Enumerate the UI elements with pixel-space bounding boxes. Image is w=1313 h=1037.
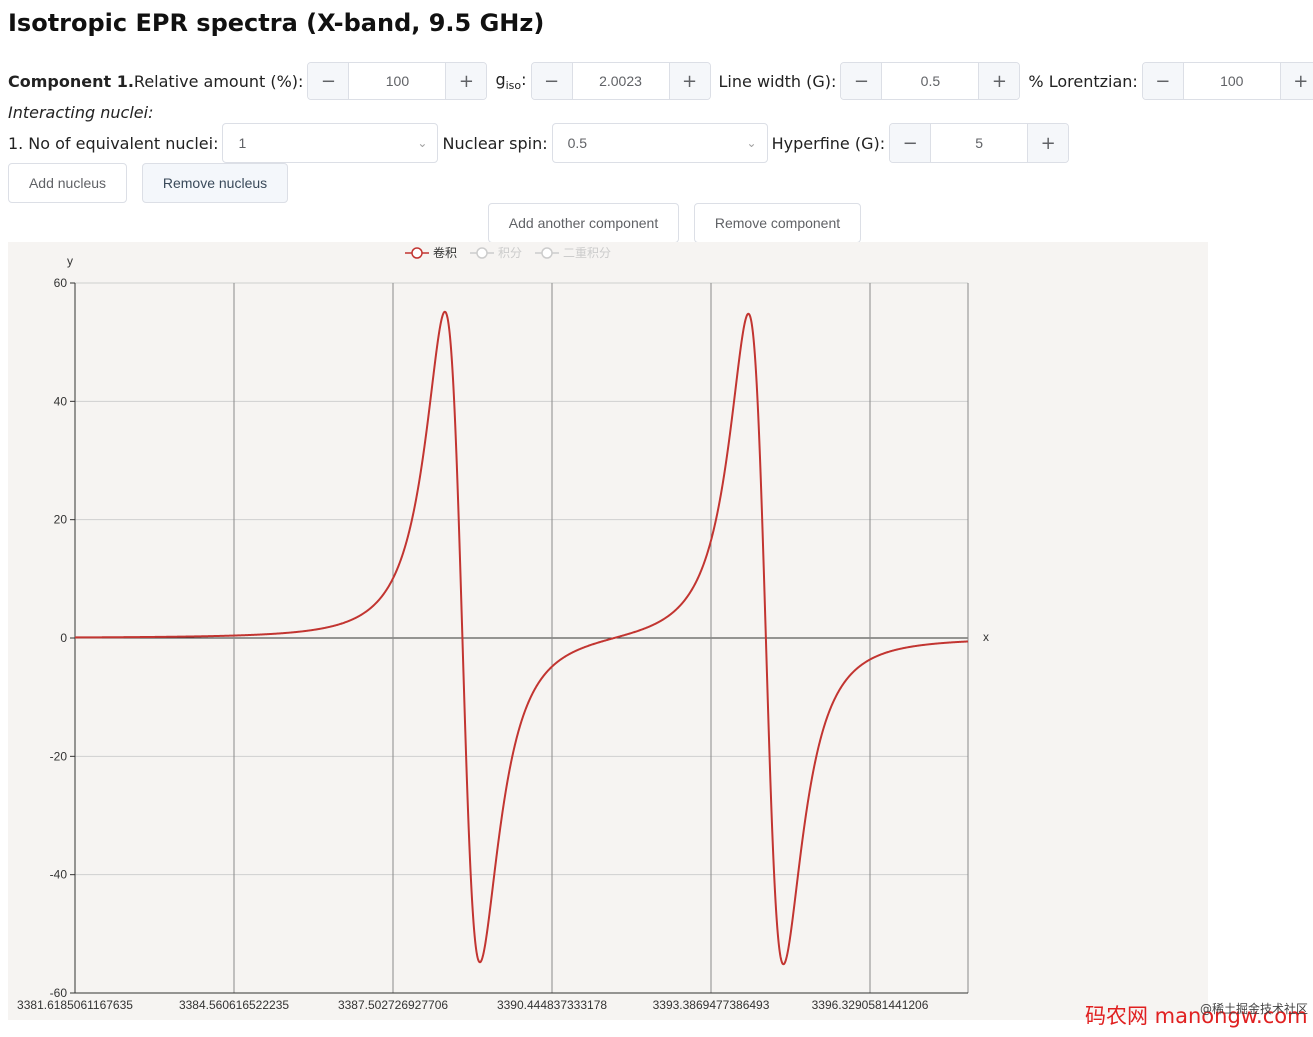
legend-circle-icon [541,247,553,259]
hyperfine-increase-button[interactable]: + [1027,124,1069,162]
x-tick-label: 3387.502726927706 [338,998,448,1012]
giso-stepper[interactable]: − 2.0023 + [530,62,711,100]
remove-nucleus-button[interactable]: Remove nucleus [142,163,288,203]
legend-item[interactable]: 二重积分 [535,246,611,260]
nuclear-spin-value: 0.5 [567,135,588,151]
hyperfine-stepper[interactable]: − 5 + [889,123,1070,163]
nucleus-row: 1. No of equivalent nuclei: 1 ⌄ Nuclear … [8,123,1077,163]
line-width-input[interactable]: 0.5 [882,63,978,99]
hyperfine-label: Hyperfine (G): [771,133,886,153]
y-tick-label: 40 [54,394,68,408]
component-row: Component 1.Relative amount (%): − 100 +… [8,62,1313,100]
equivalent-nuclei-select[interactable]: 1 ⌄ [222,123,439,163]
legend-item[interactable]: 卷积 [405,245,457,260]
lorentzian-decrease-button[interactable]: − [1142,63,1184,99]
chevron-down-icon: ⌄ [417,136,428,150]
giso-decrease-button[interactable]: − [531,63,573,99]
giso-label: giso: [495,70,526,92]
y-tick-label: -20 [50,749,68,763]
legend-label: 积分 [498,246,522,260]
y-axis-label: y [67,254,73,268]
giso-label-main: g [495,69,506,89]
y-tick-label: 0 [60,631,67,645]
lorentzian-label: % Lorentzian: [1028,71,1138,91]
nucleus-row-prefix: 1. [8,133,24,153]
relative-amount-input[interactable]: 100 [349,63,445,99]
nuclei-heading: Interacting nuclei: [8,103,154,122]
spectrum-chart-svg: y x 6040200-20-40-603381.6185061167635 33… [17,245,989,1012]
giso-label-sub: iso [505,79,522,93]
nuclei-heading-row: Interacting nuclei: [8,103,153,122]
component-heading: Component 1. [8,71,134,91]
giso-input[interactable]: 2.0023 [573,63,669,99]
lorentzian-input[interactable]: 100 [1184,63,1280,99]
nuclear-spin-label: Nuclear spin: [442,133,548,153]
lorentzian-stepper[interactable]: − 100 + [1141,62,1313,100]
equivalent-nuclei-value: 1 [238,135,247,151]
y-tick-label: 60 [54,276,68,290]
line-width-label: Line width (G): [718,71,837,91]
legend-label: 卷积 [433,245,457,260]
credit-text: @稀土掘金技术社区 [1200,1002,1309,1016]
lorentzian-increase-button[interactable]: + [1279,63,1313,99]
x-tick-label: 3384.560616522235 [179,998,289,1012]
line-width-decrease-button[interactable]: − [841,63,883,99]
nuclear-spin-select[interactable]: 0.5 ⌄ [551,123,768,163]
legend[interactable]: 卷积 积分 二重积分 [405,245,611,260]
axes: y x [67,254,989,644]
hyperfine-input[interactable]: 5 [931,124,1027,162]
relative-amount-increase-button[interactable]: + [445,63,487,99]
legend-label: 二重积分 [563,246,611,260]
page-title: Isotropic EPR spectra (X-band, 9.5 GHz) [8,9,545,37]
add-nucleus-button[interactable]: Add nucleus [8,163,127,203]
relative-amount-decrease-button[interactable]: − [308,63,350,99]
y-tick-label: -40 [50,868,68,882]
x-tick-label: 3393.3869477386493 [653,998,770,1012]
giso-increase-button[interactable]: + [668,63,710,99]
legend-item[interactable]: 积分 [470,246,522,260]
relative-amount-stepper[interactable]: − 100 + [307,62,488,100]
y-tick-label: 20 [54,513,68,527]
component-label: Component 1.Relative amount (%): [8,72,303,91]
line-width-stepper[interactable]: − 0.5 + [840,62,1021,100]
equivalent-nuclei-label: No of equivalent nuclei: [28,133,219,153]
legend-circle-icon [476,247,488,259]
hyperfine-decrease-button[interactable]: − [890,124,932,162]
line-width-increase-button[interactable]: + [978,63,1020,99]
add-component-button[interactable]: Add another component [488,203,679,243]
remove-component-button[interactable]: Remove component [694,203,861,243]
grid [70,282,969,994]
x-tick-label: 3390.444837333178 [497,998,607,1012]
x-tick-label: 3381.6185061167635 [17,998,133,1012]
spectrum-chart[interactable]: y x 60 40 20 0 -20 -40 -60 3381.6185061167635 33… [8,242,1208,1020]
relative-amount-label: Relative amount (%): [133,71,304,91]
x-axis-label: x [983,630,989,644]
chevron-down-icon: ⌄ [746,136,757,150]
x-tick-label: 3396.3290581441206 [812,998,929,1012]
legend-circle-icon [411,247,423,259]
giso-label-suffix: : [521,69,527,89]
